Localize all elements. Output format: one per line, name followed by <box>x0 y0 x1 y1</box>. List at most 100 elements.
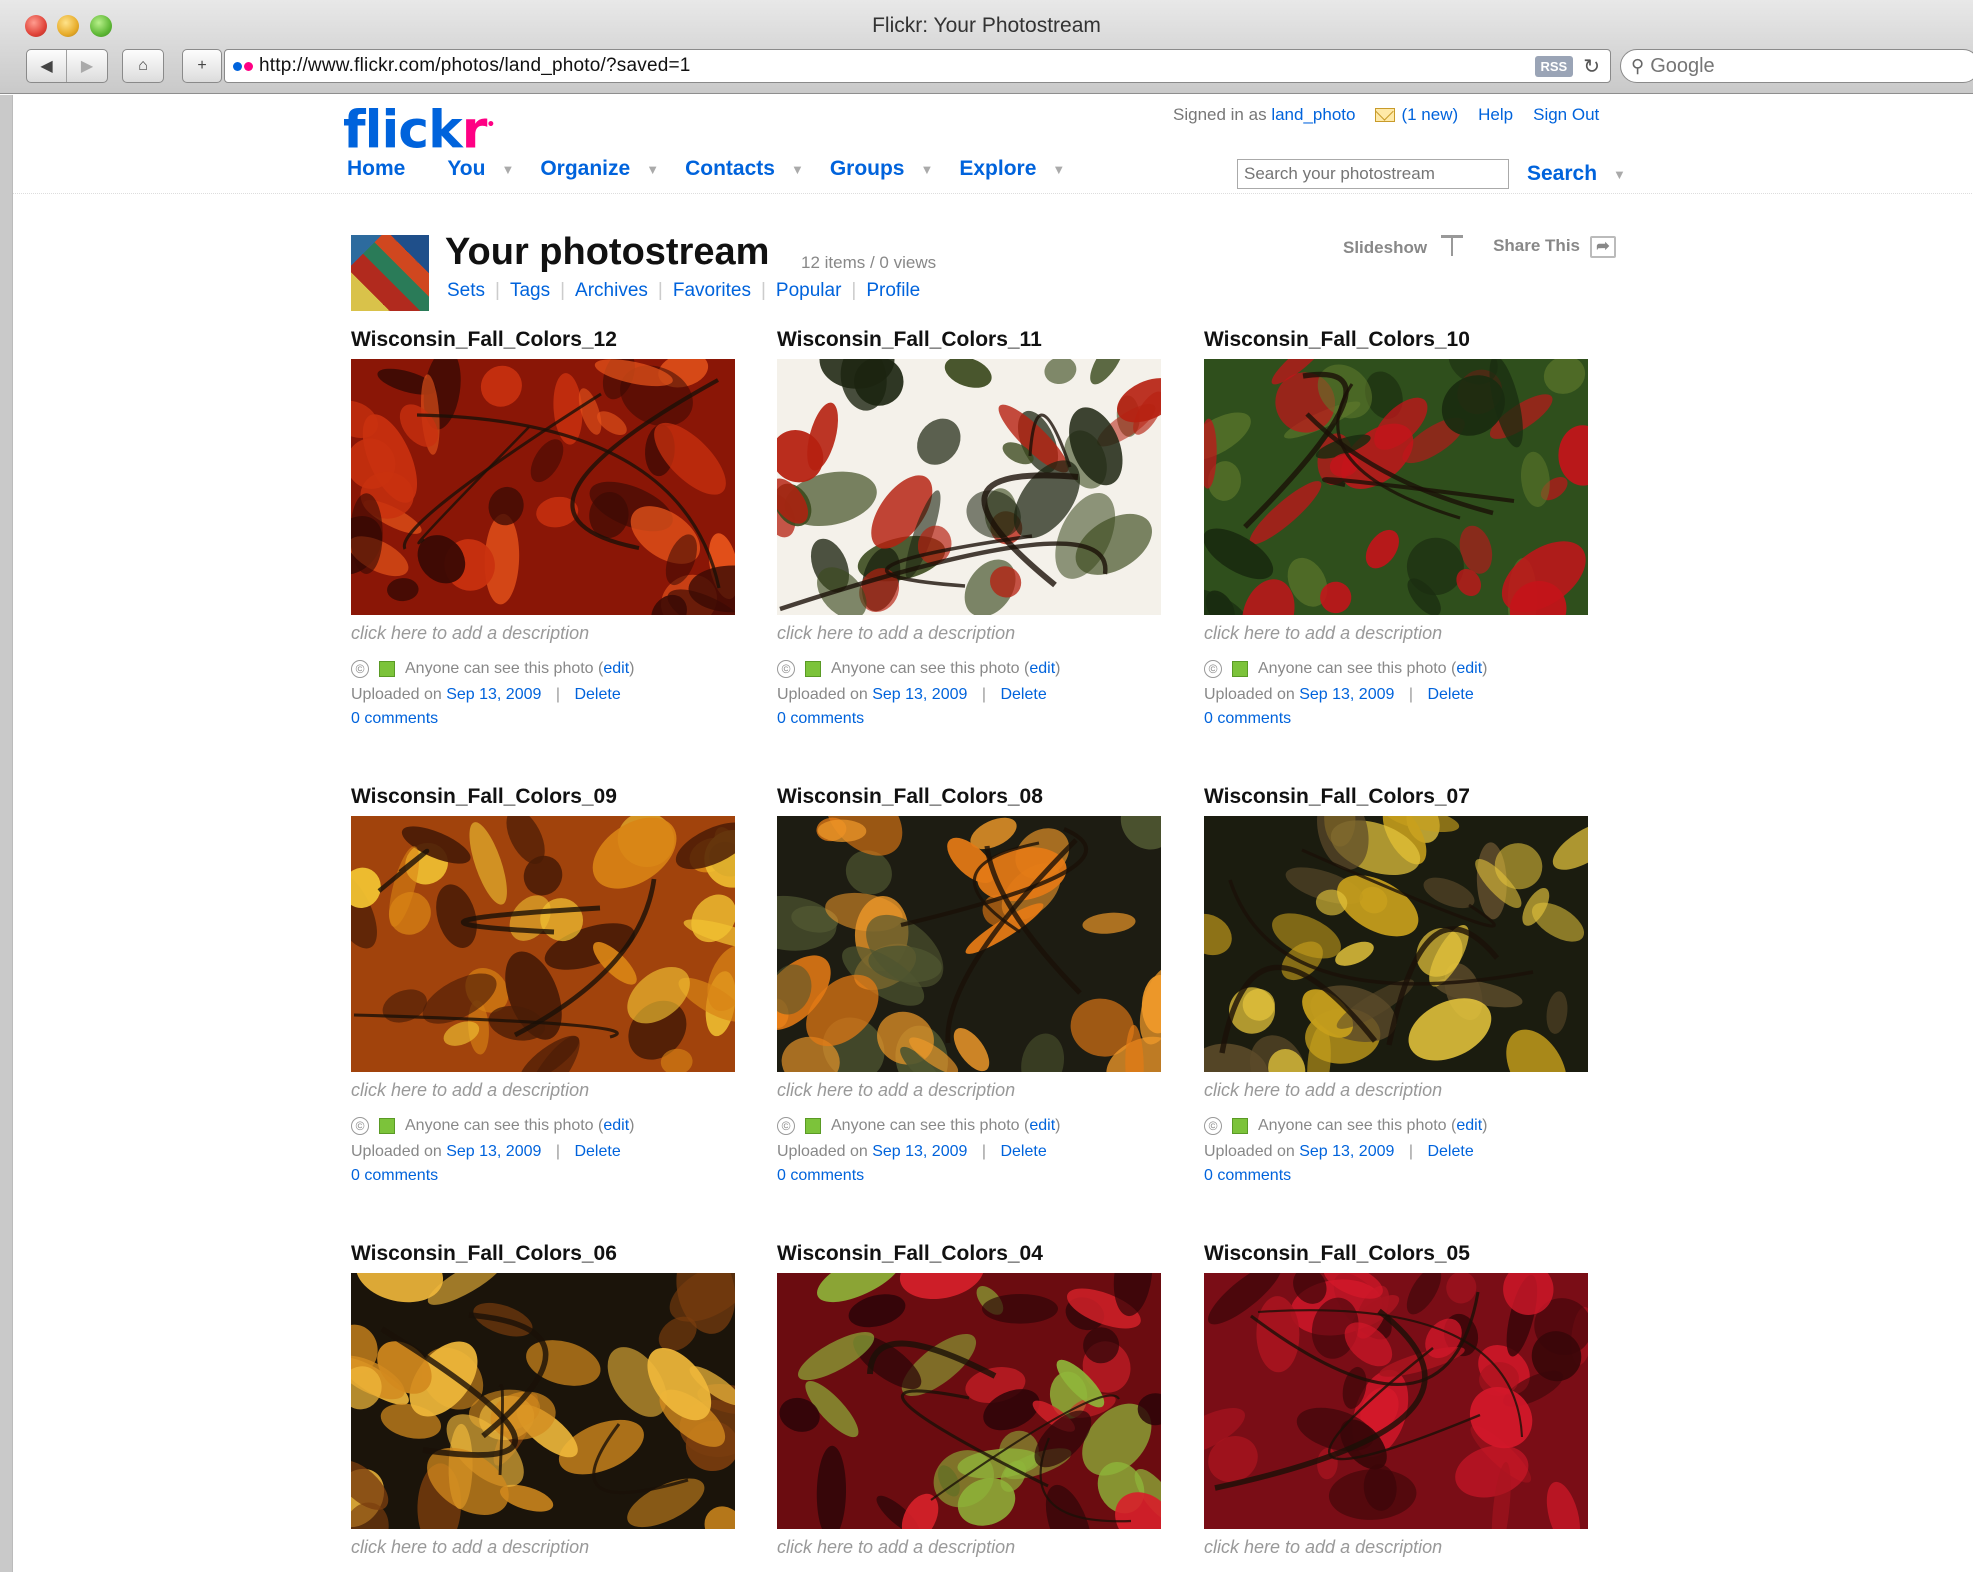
photo-card: Wisconsin_Fall_Colors_09 click here to a… <box>351 782 735 1185</box>
photo-thumbnail[interactable] <box>351 1273 735 1529</box>
home-button[interactable]: ⌂ <box>123 50 163 82</box>
copyright-icon: © <box>1204 660 1222 678</box>
delete-link[interactable]: Delete <box>1000 686 1046 703</box>
photo-thumbnail[interactable] <box>351 816 735 1072</box>
delete-link[interactable]: Delete <box>574 686 620 703</box>
photo-thumbnail[interactable] <box>777 1273 1161 1529</box>
nav-home[interactable]: Home <box>347 157 405 181</box>
help-link[interactable]: Help <box>1478 105 1513 125</box>
address-bar[interactable]: http://www.flickr.com/photos/land_photo/… <box>224 49 1611 83</box>
chevron-down-icon[interactable]: ▼ <box>646 162 659 177</box>
rss-button[interactable]: RSS <box>1534 55 1574 77</box>
separator: | <box>1408 1143 1414 1160</box>
photo-title[interactable]: Wisconsin_Fall_Colors_07 <box>1204 782 1588 812</box>
subnav-sets[interactable]: Sets <box>447 280 485 302</box>
description-placeholder[interactable]: click here to add a description <box>1204 1080 1588 1101</box>
edit-privacy-link[interactable]: edit <box>603 660 629 678</box>
chevron-down-icon[interactable]: ▼ <box>1052 162 1065 177</box>
buddy-icon-avatar[interactable] <box>351 235 429 311</box>
photo-title[interactable]: Wisconsin_Fall_Colors_08 <box>777 782 1161 812</box>
description-placeholder[interactable]: click here to add a description <box>351 1080 735 1101</box>
subnav-profile[interactable]: Profile <box>866 280 920 302</box>
public-privacy-icon <box>1232 1118 1248 1134</box>
photo-thumbnail[interactable] <box>777 816 1161 1072</box>
photo-thumbnail[interactable] <box>351 359 735 615</box>
description-placeholder[interactable]: click here to add a description <box>777 1537 1161 1558</box>
upload-date-link[interactable]: Sep 13, 2009 <box>446 1143 541 1160</box>
upload-date-link[interactable]: Sep 13, 2009 <box>872 686 967 703</box>
upload-date-link[interactable]: Sep 13, 2009 <box>446 686 541 703</box>
edit-privacy-link[interactable]: edit <box>1456 660 1482 678</box>
photostream-search-input[interactable] <box>1237 159 1509 189</box>
edit-privacy-link[interactable]: edit <box>603 1117 629 1135</box>
subnav-tags[interactable]: Tags <box>510 280 550 302</box>
messages-indicator[interactable]: (1 new) <box>1375 105 1458 125</box>
description-placeholder[interactable]: click here to add a description <box>351 623 735 644</box>
comments-link[interactable]: 0 comments <box>777 710 864 727</box>
copyright-icon: © <box>1204 1117 1222 1135</box>
nav-groups[interactable]: Groups ▼ <box>830 157 934 181</box>
chevron-down-icon[interactable]: ▼ <box>791 162 804 177</box>
flickr-logo[interactable]: flickr• <box>343 95 495 160</box>
comments-link[interactable]: 0 comments <box>351 1167 438 1184</box>
search-button[interactable]: Search <box>1527 162 1597 186</box>
browser-search-input[interactable] <box>1650 54 1931 78</box>
subnav-favorites[interactable]: Favorites <box>673 280 751 302</box>
chevron-down-icon[interactable]: ▼ <box>501 162 514 177</box>
upload-line: Uploaded on Sep 13, 2009 | Delete <box>351 1143 735 1161</box>
share-this-button[interactable]: Share This ➦ <box>1493 235 1616 258</box>
upload-date-link[interactable]: Sep 13, 2009 <box>1299 1143 1394 1160</box>
nav-contacts[interactable]: Contacts ▼ <box>685 157 804 181</box>
sign-out-link[interactable]: Sign Out <box>1533 105 1599 125</box>
photo-title[interactable]: Wisconsin_Fall_Colors_04 <box>777 1239 1161 1269</box>
edit-privacy-link[interactable]: edit <box>1456 1117 1482 1135</box>
delete-link[interactable]: Delete <box>1427 686 1473 703</box>
subnav-popular[interactable]: Popular <box>776 280 842 302</box>
nav-explore[interactable]: Explore ▼ <box>959 157 1065 181</box>
description-placeholder[interactable]: click here to add a description <box>1204 623 1588 644</box>
delete-link[interactable]: Delete <box>1000 1143 1046 1160</box>
add-bookmark-button[interactable]: + <box>183 50 221 82</box>
photo-title[interactable]: Wisconsin_Fall_Colors_12 <box>351 325 735 355</box>
forward-button[interactable]: ▶ <box>67 50 107 82</box>
chevron-down-icon[interactable]: ▼ <box>1613 167 1626 182</box>
photo-title[interactable]: Wisconsin_Fall_Colors_10 <box>1204 325 1588 355</box>
username-link[interactable]: land_photo <box>1271 105 1355 124</box>
nav-organize[interactable]: Organize ▼ <box>540 157 659 181</box>
description-placeholder[interactable]: click here to add a description <box>777 1080 1161 1101</box>
description-placeholder[interactable]: click here to add a description <box>777 623 1161 644</box>
upload-date-link[interactable]: Sep 13, 2009 <box>872 1143 967 1160</box>
photo-thumbnail[interactable] <box>1204 816 1588 1072</box>
reload-icon[interactable]: ↻ <box>1583 54 1600 79</box>
edit-privacy-link[interactable]: edit <box>1029 660 1055 678</box>
browser-search-field[interactable]: ⚲ <box>1620 49 1973 83</box>
delete-link[interactable]: Delete <box>574 1143 620 1160</box>
comments-link[interactable]: 0 comments <box>777 1167 864 1184</box>
upload-date-link[interactable]: Sep 13, 2009 <box>1299 686 1394 703</box>
nav-you[interactable]: You ▼ <box>447 157 514 181</box>
comments-link[interactable]: 0 comments <box>1204 1167 1291 1184</box>
photo-card: Wisconsin_Fall_Colors_05 click here to a… <box>1204 1239 1588 1572</box>
slideshow-button[interactable]: Slideshow <box>1343 235 1464 258</box>
photo-thumbnail[interactable] <box>777 359 1161 615</box>
comments-link[interactable]: 0 comments <box>351 710 438 727</box>
description-placeholder[interactable]: click here to add a description <box>1204 1537 1588 1558</box>
photostream-search: Search ▼ <box>1237 159 1626 189</box>
delete-link[interactable]: Delete <box>1427 1143 1473 1160</box>
photo-title[interactable]: Wisconsin_Fall_Colors_05 <box>1204 1239 1588 1269</box>
photo-thumbnail[interactable] <box>1204 359 1588 615</box>
photo-title[interactable]: Wisconsin_Fall_Colors_09 <box>351 782 735 812</box>
chevron-down-icon[interactable]: ▼ <box>920 162 933 177</box>
separator: | <box>555 1143 561 1160</box>
back-button[interactable]: ◀ <box>27 50 67 82</box>
photo-thumbnail[interactable] <box>1204 1273 1588 1529</box>
photo-title[interactable]: Wisconsin_Fall_Colors_11 <box>777 325 1161 355</box>
description-placeholder[interactable]: click here to add a description <box>351 1537 735 1558</box>
subnav-archives[interactable]: Archives <box>575 280 648 302</box>
separator: | <box>851 280 857 301</box>
edit-privacy-link[interactable]: edit <box>1029 1117 1055 1135</box>
uploaded-prefix: Uploaded on <box>351 686 442 703</box>
photo-title[interactable]: Wisconsin_Fall_Colors_06 <box>351 1239 735 1269</box>
comments-link[interactable]: 0 comments <box>1204 710 1291 727</box>
url-text[interactable]: http://www.flickr.com/photos/land_photo/… <box>259 55 1535 77</box>
